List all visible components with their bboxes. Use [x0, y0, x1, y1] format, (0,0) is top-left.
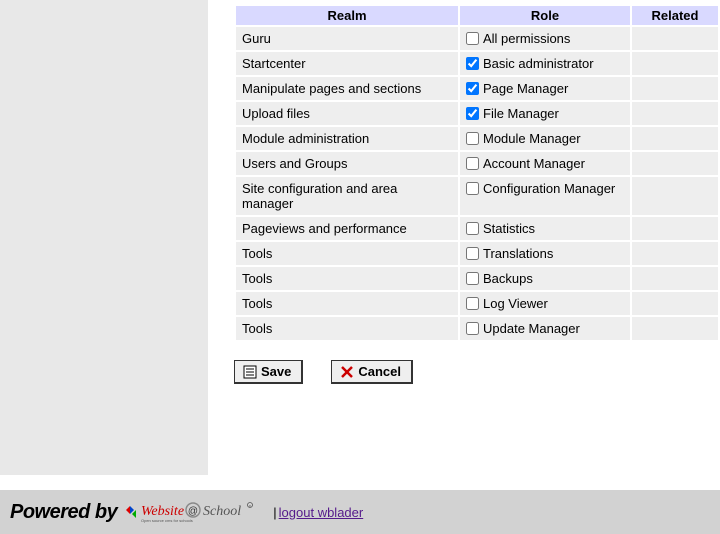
role-cell: Log Viewer — [460, 292, 630, 315]
realm-cell: Manipulate pages and sections — [236, 77, 458, 100]
realm-cell: Tools — [236, 267, 458, 290]
table-row: Site configuration and area manager Confi… — [236, 177, 718, 215]
related-cell — [632, 102, 718, 125]
role-label: File Manager — [483, 106, 559, 121]
role-label: Configuration Manager — [483, 181, 615, 196]
table-row: Tools Update Manager — [236, 317, 718, 340]
related-cell — [632, 217, 718, 240]
role-cell: Translations — [460, 242, 630, 265]
svg-text:@: @ — [188, 506, 198, 517]
role-checkbox[interactable] — [466, 82, 479, 95]
role-cell: Basic administrator — [460, 52, 630, 75]
role-label: Basic administrator — [483, 56, 594, 71]
realm-cell: Tools — [236, 292, 458, 315]
separator: | — [273, 505, 276, 520]
table-row: Guru All permissions — [236, 27, 718, 50]
role-cell: Account Manager — [460, 152, 630, 175]
table-row: Upload files File Manager — [236, 102, 718, 125]
role-checkbox[interactable] — [466, 157, 479, 170]
header-related: Related — [632, 6, 718, 25]
role-cell: All permissions — [460, 27, 630, 50]
header-realm: Realm — [236, 6, 458, 25]
role-label: Page Manager — [483, 81, 568, 96]
role-checkbox[interactable] — [466, 247, 479, 260]
related-cell — [632, 267, 718, 290]
realm-cell: Startcenter — [236, 52, 458, 75]
related-cell — [632, 317, 718, 340]
role-checkbox[interactable] — [466, 107, 479, 120]
cancel-button[interactable]: Cancel — [331, 360, 413, 384]
role-label: Backups — [483, 271, 533, 286]
table-row: Users and Groups Account Manager — [236, 152, 718, 175]
role-label: All permissions — [483, 31, 570, 46]
role-checkbox[interactable] — [466, 272, 479, 285]
role-checkbox[interactable] — [466, 57, 479, 70]
role-cell: Configuration Manager — [460, 177, 630, 215]
role-label: Module Manager — [483, 131, 581, 146]
role-checkbox[interactable] — [466, 182, 479, 195]
table-row: Tools Backups — [236, 267, 718, 290]
header-role: Role — [460, 6, 630, 25]
realm-cell: Tools — [236, 317, 458, 340]
role-checkbox[interactable] — [466, 132, 479, 145]
realm-cell: Tools — [236, 242, 458, 265]
related-cell — [632, 127, 718, 150]
table-row: Manipulate pages and sections Page Manage… — [236, 77, 718, 100]
save-icon — [243, 365, 257, 379]
logout-link[interactable]: logout wblader — [279, 505, 364, 520]
realm-cell: Upload files — [236, 102, 458, 125]
role-cell: File Manager — [460, 102, 630, 125]
website-at-school-logo: Website @ School R Open source cms for s… — [123, 499, 263, 525]
role-label: Translations — [483, 246, 553, 261]
role-cell: Statistics — [460, 217, 630, 240]
table-row: Pageviews and performance Statistics — [236, 217, 718, 240]
related-cell — [632, 27, 718, 50]
role-cell: Module Manager — [460, 127, 630, 150]
role-label: Update Manager — [483, 321, 580, 336]
role-checkbox[interactable] — [466, 32, 479, 45]
realm-cell: Users and Groups — [236, 152, 458, 175]
related-cell — [632, 52, 718, 75]
role-checkbox[interactable] — [466, 222, 479, 235]
save-button[interactable]: Save — [234, 360, 303, 384]
role-cell: Backups — [460, 267, 630, 290]
role-label: Statistics — [483, 221, 535, 236]
table-row: Module administration Module Manager — [236, 127, 718, 150]
powered-by-label: Powered by — [10, 501, 117, 524]
related-cell — [632, 177, 718, 215]
related-cell — [632, 152, 718, 175]
sidebar — [0, 0, 208, 475]
svg-text:School: School — [203, 504, 241, 519]
cancel-icon — [340, 365, 354, 379]
realm-cell: Site configuration and area manager — [236, 177, 458, 215]
table-row: Tools Translations — [236, 242, 718, 265]
role-label: Account Manager — [483, 156, 585, 171]
related-cell — [632, 292, 718, 315]
svg-text:Open source cms for schools: Open source cms for schools — [141, 518, 193, 523]
realm-cell: Guru — [236, 27, 458, 50]
realm-cell: Module administration — [236, 127, 458, 150]
role-checkbox[interactable] — [466, 297, 479, 310]
realm-cell: Pageviews and performance — [236, 217, 458, 240]
table-row: Tools Log Viewer — [236, 292, 718, 315]
table-row: Startcenter Basic administrator — [236, 52, 718, 75]
permissions-table: Realm Role Related Guru All permissions St… — [234, 4, 720, 342]
role-checkbox[interactable] — [466, 322, 479, 335]
svg-text:Website: Website — [141, 504, 184, 519]
related-cell — [632, 242, 718, 265]
cancel-label: Cancel — [358, 364, 401, 379]
related-cell — [632, 77, 718, 100]
role-label: Log Viewer — [483, 296, 548, 311]
role-cell: Update Manager — [460, 317, 630, 340]
save-label: Save — [261, 364, 291, 379]
role-cell: Page Manager — [460, 77, 630, 100]
footer: Powered by Website @ School R Open sourc… — [0, 490, 720, 534]
